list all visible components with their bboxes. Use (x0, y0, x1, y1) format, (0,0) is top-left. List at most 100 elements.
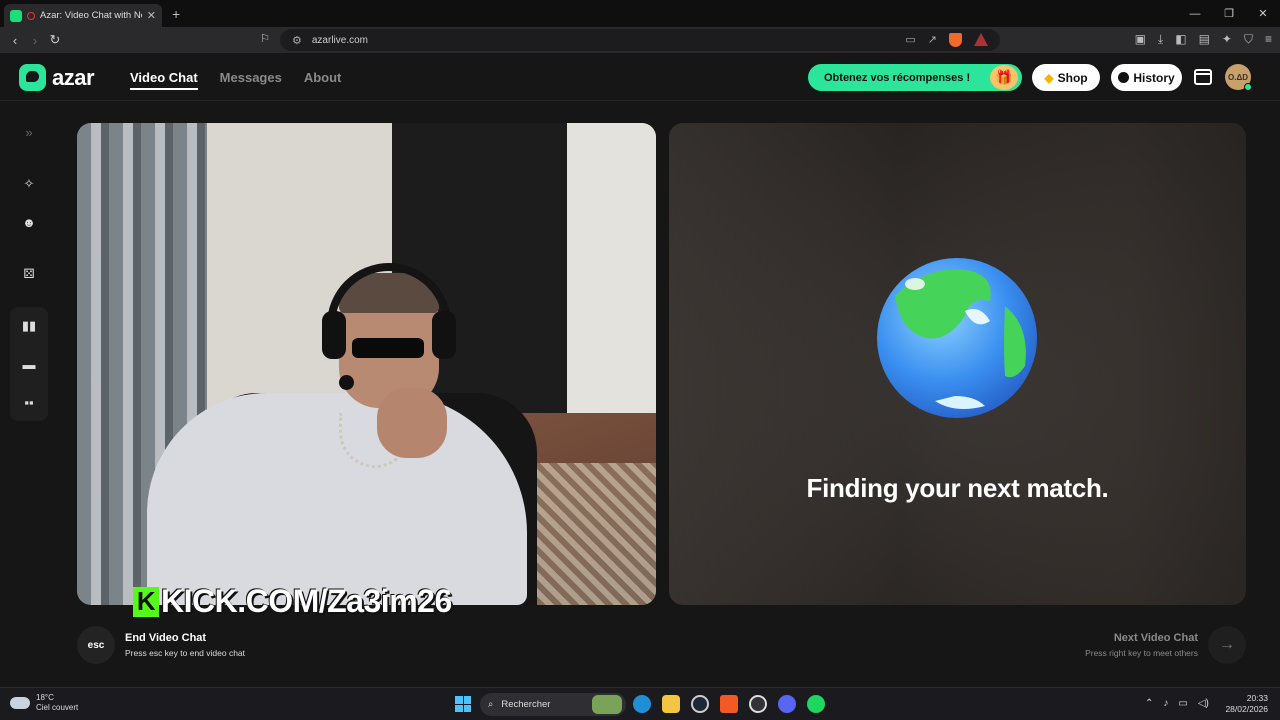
rewards-gift-icon: 🎁 (990, 65, 1018, 90)
end-chat-button[interactable]: esc (77, 626, 115, 664)
globe-icon (877, 258, 1037, 418)
nav-about[interactable]: About (304, 70, 342, 90)
person-torso (147, 393, 527, 605)
mic-icon[interactable]: ♪ (1163, 698, 1168, 709)
obs-icon[interactable] (749, 695, 767, 713)
browser-toolbar: ▣ ⤓ ◧ ▤ ✦ ⛉ ≡ (1135, 32, 1272, 47)
avatar-text: O.ΔD (1228, 72, 1248, 82)
finding-match-status: Finding your next match. (806, 473, 1109, 503)
cast-icon[interactable]: ▭ (905, 33, 915, 47)
rewards-button[interactable]: Obtenez vos récompenses ! 🎁 (808, 64, 1022, 91)
next-chat-title: Next Video Chat (1113, 632, 1198, 644)
browser-tab[interactable]: Azar: Video Chat with New Pe ✕ (4, 4, 162, 27)
leo-icon[interactable]: ✦ (1222, 32, 1232, 47)
clock[interactable]: 20:33 28/02/2026 (1225, 693, 1268, 715)
layout-stacked-icon[interactable]: ▬ (10, 345, 48, 383)
expand-icon[interactable]: » (10, 113, 48, 151)
address-bar-row: ‹ › ↻ ⚐ ⚙ azarlive.com ▭ ↗ ▣ ⤓ ◧ ▤ ✦ ⛉ ≡ (0, 27, 1280, 53)
app-header: azar Video Chat Messages About Obtenez v… (0, 53, 1280, 101)
rewards-label: Obtenez vos récompenses ! (824, 71, 971, 84)
hand (377, 388, 447, 458)
kick-overlay: K KICK.COM/Za3im26 (133, 583, 452, 620)
weather-widget[interactable]: 18°C Ciel couvert (10, 693, 78, 713)
self-video (77, 123, 656, 605)
history-label: History (1133, 70, 1175, 85)
vpn-icon[interactable]: ⛉ (1244, 32, 1253, 47)
bookmark-icon[interactable]: ⚐ (255, 32, 275, 45)
next-chat-button[interactable]: → (1208, 626, 1246, 664)
end-chat-title: End Video Chat (125, 632, 207, 644)
layout-side-by-side-icon[interactable]: ▮▮ (10, 307, 48, 345)
url-actions: ▭ ↗ (905, 33, 988, 47)
online-status-icon (1244, 83, 1252, 91)
layout-grid-icon[interactable]: ▪▪ (10, 383, 48, 421)
file-explorer-icon[interactable] (662, 695, 680, 713)
browser-tab-bar: Azar: Video Chat with New Pe ✕ + — ❐ ✕ (0, 0, 1280, 27)
azar-logo[interactable]: azar (19, 64, 95, 91)
azar-favicon-icon (10, 9, 22, 22)
back-icon[interactable]: ‹ (5, 33, 25, 48)
next-chat-hint: Press right key to meet others (1085, 648, 1198, 658)
discord-icon[interactable] (778, 695, 796, 713)
clock-icon (1118, 72, 1130, 83)
history-button[interactable]: History (1111, 64, 1182, 91)
restore-icon[interactable]: ❐ (1212, 0, 1246, 27)
taskbar-search[interactable]: ⌕ Rechercher (480, 693, 626, 716)
start-icon[interactable] (455, 696, 471, 712)
time: 20:33 (1246, 693, 1268, 703)
date: 28/02/2026 (1225, 704, 1268, 714)
search-icon: ⌕ (488, 699, 494, 710)
brave-rewards-icon[interactable] (974, 33, 988, 46)
new-tab-button[interactable]: + (172, 6, 180, 22)
face-filter-icon[interactable]: ☻ (10, 203, 48, 241)
window-controls: — ❐ ✕ (1178, 0, 1280, 27)
nav-video-chat[interactable]: Video Chat (130, 70, 198, 90)
url-text: azarlive.com (311, 34, 369, 46)
share-icon[interactable]: ↗ (928, 33, 937, 47)
volume-icon[interactable]: ◁) (1198, 698, 1209, 709)
weather-condition: Ciel couvert (36, 703, 79, 712)
close-window-icon[interactable]: ✕ (1246, 0, 1280, 27)
temperature: 18°C (36, 693, 54, 702)
forward-icon[interactable]: › (25, 33, 45, 48)
main-nav: Video Chat Messages About (130, 70, 341, 90)
match-video: Finding your next match. (669, 123, 1246, 605)
shop-button[interactable]: ◆ Shop (1032, 64, 1100, 91)
store-icon[interactable] (1194, 69, 1212, 85)
display-icon[interactable]: ▭ (1178, 698, 1187, 709)
site-info-icon[interactable]: ⚙ (292, 34, 302, 47)
headset-mic (339, 375, 354, 390)
azar-logo-icon (19, 64, 46, 91)
dice-icon[interactable]: ⚄ (10, 255, 48, 293)
system-tray: ⌃ ♪ ▭ ◁) (1145, 698, 1209, 709)
arrow-right-icon: → (1219, 636, 1235, 653)
avatar[interactable]: O.ΔD (1225, 64, 1252, 91)
minimize-icon[interactable]: — (1178, 0, 1212, 27)
windows-taskbar: 18°C Ciel couvert ⌕ Rechercher ⌃ ♪ ▭ ◁) … (0, 687, 1280, 720)
recording-icon (27, 11, 35, 20)
wallet-icon[interactable]: ▤ (1199, 32, 1210, 47)
gem-icon: ◆ (1044, 70, 1054, 85)
download-icon[interactable]: ⤓ (1158, 32, 1163, 47)
brave-icon[interactable] (720, 695, 738, 713)
sidebar-icon[interactable]: ◧ (1175, 32, 1186, 47)
url-field[interactable]: ⚙ azarlive.com ▭ ↗ (280, 29, 1000, 51)
search-label: Rechercher (501, 699, 551, 710)
shop-label: Shop (1057, 70, 1088, 85)
close-tab-icon[interactable]: ✕ (147, 9, 156, 22)
chevron-up-icon[interactable]: ⌃ (1145, 698, 1153, 709)
reload-icon[interactable]: ↻ (45, 32, 65, 48)
nav-messages[interactable]: Messages (220, 70, 282, 90)
kick-logo-icon: K (133, 586, 159, 617)
screenshot-icon[interactable]: ▣ (1135, 32, 1146, 47)
magic-wand-icon[interactable]: ✧ (10, 165, 48, 203)
spotify-icon[interactable] (807, 695, 825, 713)
menu-icon[interactable]: ≡ (1265, 32, 1272, 47)
edge-icon[interactable] (633, 695, 651, 713)
logo-text: azar (52, 64, 95, 90)
brave-shield-icon[interactable] (949, 33, 962, 47)
cloud-icon (10, 697, 30, 709)
steam-icon[interactable] (691, 695, 709, 713)
taskbar-apps (633, 695, 825, 713)
layout-group: ▮▮ ▬ ▪▪ (10, 307, 48, 421)
